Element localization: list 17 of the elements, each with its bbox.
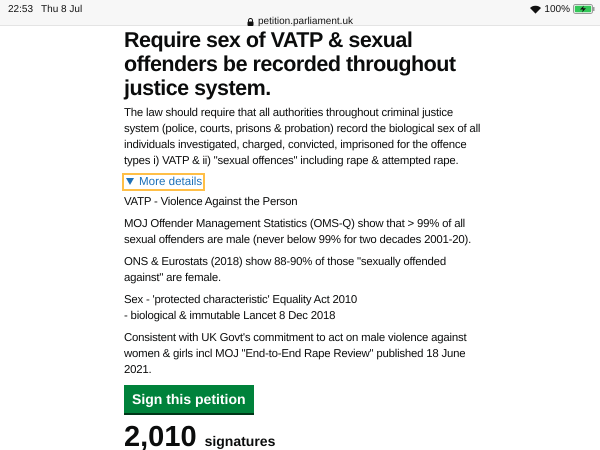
signature-count: 2,010 [124, 422, 197, 450]
details-paragraph: ONS & Eurostats (2018) show 88-90% of those "sexually offended against" are female. [124, 254, 447, 286]
battery-percent: 100% [544, 4, 570, 14]
details-paragraph: Consistent with UK Govt's commitment to act on male violence against women & girls incl MOJ "End-to-End Rape Review" published 18 June 2021. [124, 330, 468, 378]
petition-title: Require sex of VATP & sexual offenders be recorded throughout justice system. [124, 28, 457, 100]
details-paragraph: MOJ Offender Management Statistics (OMS-Q) show that > 99% of all sexual offenders are male (never below 99% for two decades 2001-20). [124, 216, 472, 248]
date: Thu 8 Jul [41, 4, 82, 14]
details-paragraph: Sex - 'protected characteristic' Equality Act 2010 - biological & immutable Lancet 8 Dec 2018 [124, 292, 358, 324]
sign-petition-button[interactable]: Sign this petition [124, 384, 254, 412]
details-paragraph: VATP - Violence Against the Person [124, 194, 298, 210]
petition-summary: The law should require that all authorities throughout criminal justice system (police, courts, prisons & probation) record the biological sex of all individuals investigated, charged, convicted, imprisoned for the offence types i) VATP & ii) "sexual offences" including rape & attempted rape. [124, 106, 482, 169]
more-details-toggle[interactable]: More details [122, 172, 206, 190]
signatures-label: signatures [204, 432, 276, 448]
clock: 22:53 [8, 4, 34, 14]
wifi-icon [530, 4, 542, 14]
lock-icon [246, 18, 254, 26]
url-text[interactable]: petition.parliament.uk [258, 16, 354, 27]
